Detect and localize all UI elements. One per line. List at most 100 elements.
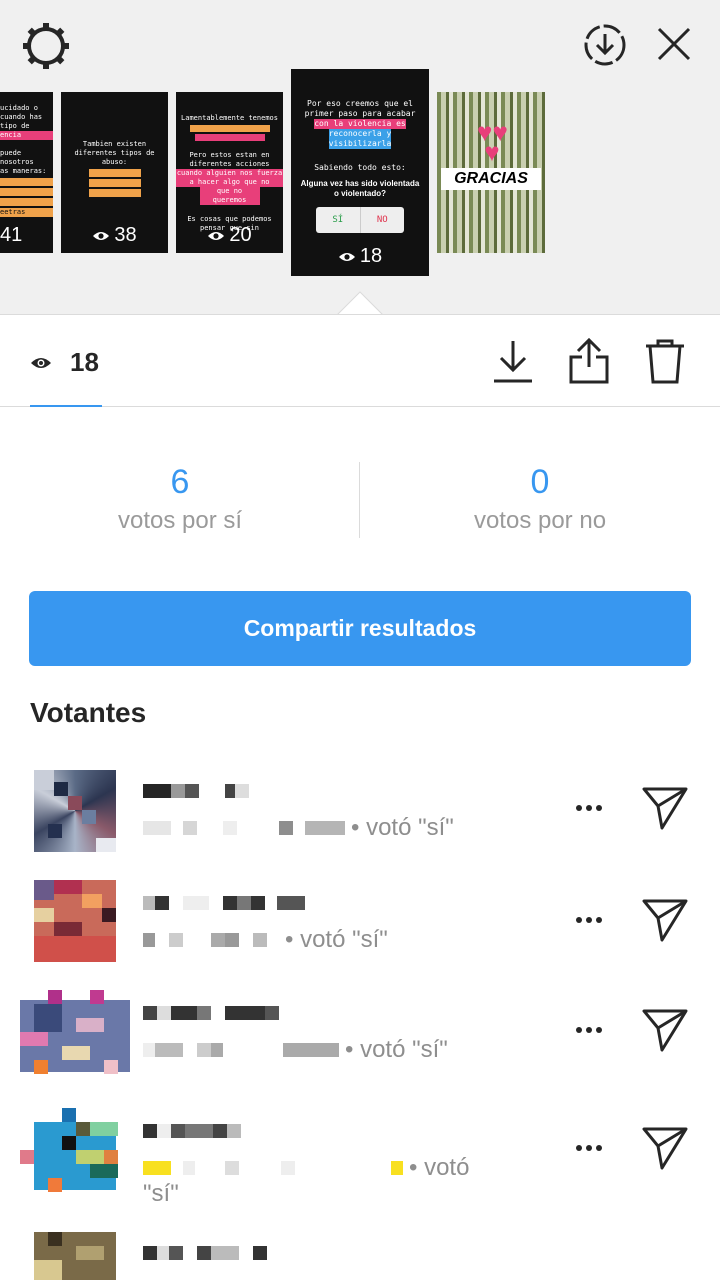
story-text: as maneras:: [0, 167, 47, 175]
voter-subtitle: • votó "sí": [143, 926, 388, 954]
vote-status: • votó "sí": [345, 1036, 448, 1063]
eye-icon: [93, 231, 110, 240]
trash-icon: [646, 339, 684, 384]
story-text: Por eso creemos que el: [307, 99, 413, 108]
selected-story-pointer: [337, 291, 383, 315]
vote-status: • votó: [409, 1154, 470, 1181]
no-votes: 0 votos por no: [360, 460, 720, 538]
download-icon: [494, 341, 532, 383]
voter-name-redacted: [143, 896, 305, 910]
hearts-sticker: ♥♥ ♥: [477, 117, 508, 167]
download-button[interactable]: [490, 337, 536, 385]
story-text: Es cosas que podemos: [187, 215, 272, 223]
story-text: con la violencia es: [314, 119, 406, 129]
send-icon[interactable]: [640, 896, 690, 944]
story-text: encia: [0, 131, 53, 140]
share-button[interactable]: [566, 337, 612, 385]
story-text: a hacer algo que no: [176, 178, 283, 187]
voter-row[interactable]: • votó "sí": [0, 768, 720, 878]
story-text: Tambien existen: [82, 140, 147, 148]
story-text: ucidado o: [0, 104, 38, 112]
story-thumbnail-2[interactable]: Tambien existen diferentes tipos de abus…: [61, 92, 168, 253]
active-tab-indicator: [30, 405, 102, 407]
poll-sticker: SÍ NO: [316, 207, 404, 233]
story-thumbnail-5[interactable]: ♥♥ ♥ GRACIAS: [437, 92, 545, 253]
story-text: tipo de: [0, 122, 30, 130]
story-text: eetras: [0, 208, 53, 217]
more-options-button[interactable]: [570, 910, 608, 930]
story-text: que no queremos: [199, 187, 260, 205]
voter-row[interactable]: • votó "sí": [0, 1108, 720, 1218]
voter-name-redacted: [143, 784, 249, 798]
voter-row[interactable]: • votó "sí": [0, 990, 720, 1100]
story-text: primer paso para acabar: [304, 109, 416, 118]
story-thumbnail-4-selected[interactable]: Por eso creemos que el primer paso para …: [291, 69, 429, 276]
settings-button[interactable]: [20, 20, 72, 72]
voter-name-redacted: [143, 1006, 279, 1020]
avatar[interactable]: [20, 990, 130, 1086]
story-text: Sabiendo todo esto:: [314, 163, 406, 172]
close-icon: [657, 27, 691, 61]
story-views: 38: [61, 224, 168, 247]
voters-heading: Votantes: [30, 697, 147, 728]
yes-count: 6: [170, 463, 190, 501]
story-text: Alguna vez has sido violentada: [300, 179, 420, 188]
yes-label: votos por sí: [117, 507, 243, 534]
viewers-tab[interactable]: 18: [30, 347, 99, 378]
send-icon[interactable]: [640, 784, 690, 832]
share-icon: [569, 337, 609, 384]
no-count: 0: [530, 463, 550, 501]
no-label: votos por no: [473, 507, 607, 534]
vote-status: • votó "sí": [285, 926, 388, 953]
story-text: puede: [0, 149, 22, 157]
story-text: diferentes tipos de: [74, 149, 155, 157]
story-text: GRACIAS: [441, 168, 541, 190]
eye-icon: [31, 357, 51, 368]
close-button[interactable]: [652, 22, 696, 66]
yes-votes: 6 votos por sí: [0, 460, 360, 538]
delete-button[interactable]: [642, 337, 688, 385]
story-views: 41: [0, 224, 23, 246]
avatar[interactable]: [20, 768, 130, 864]
story-text: abuso:: [101, 158, 128, 166]
poll-option-no: NO: [376, 215, 388, 225]
send-icon[interactable]: [640, 1124, 690, 1172]
story-text: visibilizarla: [328, 139, 392, 149]
eye-icon: [338, 252, 355, 261]
story-text: nosotros: [0, 158, 34, 166]
story-text: diferentes acciones: [189, 160, 270, 168]
story-thumbnail-1[interactable]: ucidado o cuando has tipo de encia puede…: [0, 92, 53, 253]
story-strip: ucidado o cuando has tipo de encia puede…: [0, 0, 720, 315]
story-stats-bar: 18: [0, 314, 720, 407]
avatar[interactable]: [20, 1230, 130, 1280]
gear-icon: [23, 23, 69, 69]
more-options-button[interactable]: [570, 798, 608, 818]
voter-name-redacted: [143, 1124, 241, 1138]
share-results-button[interactable]: Compartir resultados: [29, 591, 691, 666]
voter-row[interactable]: [0, 1230, 720, 1280]
eye-icon: [208, 231, 225, 240]
download-circle-icon: [584, 24, 626, 66]
poll-option-yes: SÍ: [316, 207, 361, 233]
voter-subtitle: • votó "sí": [143, 814, 454, 842]
more-options-button[interactable]: [570, 1138, 608, 1158]
vote-status-continued: "sí": [143, 1180, 179, 1207]
story-views: 20: [176, 224, 283, 247]
view-count: 18: [70, 347, 99, 377]
story-thumbnail-3[interactable]: Lamentablemente tenemos Pero estos estan…: [176, 92, 283, 253]
avatar[interactable]: [20, 880, 130, 976]
voter-name-redacted: [143, 1246, 267, 1260]
voter-subtitle: • votó "sí": [143, 1036, 448, 1064]
voter-username-redacted: [143, 933, 279, 947]
story-text: Lamentablemente tenemos: [181, 114, 278, 122]
voter-username-redacted: [143, 1161, 403, 1175]
voter-username-redacted: [143, 1043, 339, 1057]
voter-username-redacted: [143, 821, 345, 835]
more-options-button[interactable]: [570, 1020, 608, 1040]
vote-status: • votó "sí": [351, 814, 454, 841]
send-icon[interactable]: [640, 1006, 690, 1054]
save-story-button[interactable]: [580, 20, 630, 70]
voter-row[interactable]: • votó "sí": [0, 880, 720, 990]
avatar[interactable]: [20, 1108, 130, 1204]
story-views: 18: [291, 245, 429, 268]
